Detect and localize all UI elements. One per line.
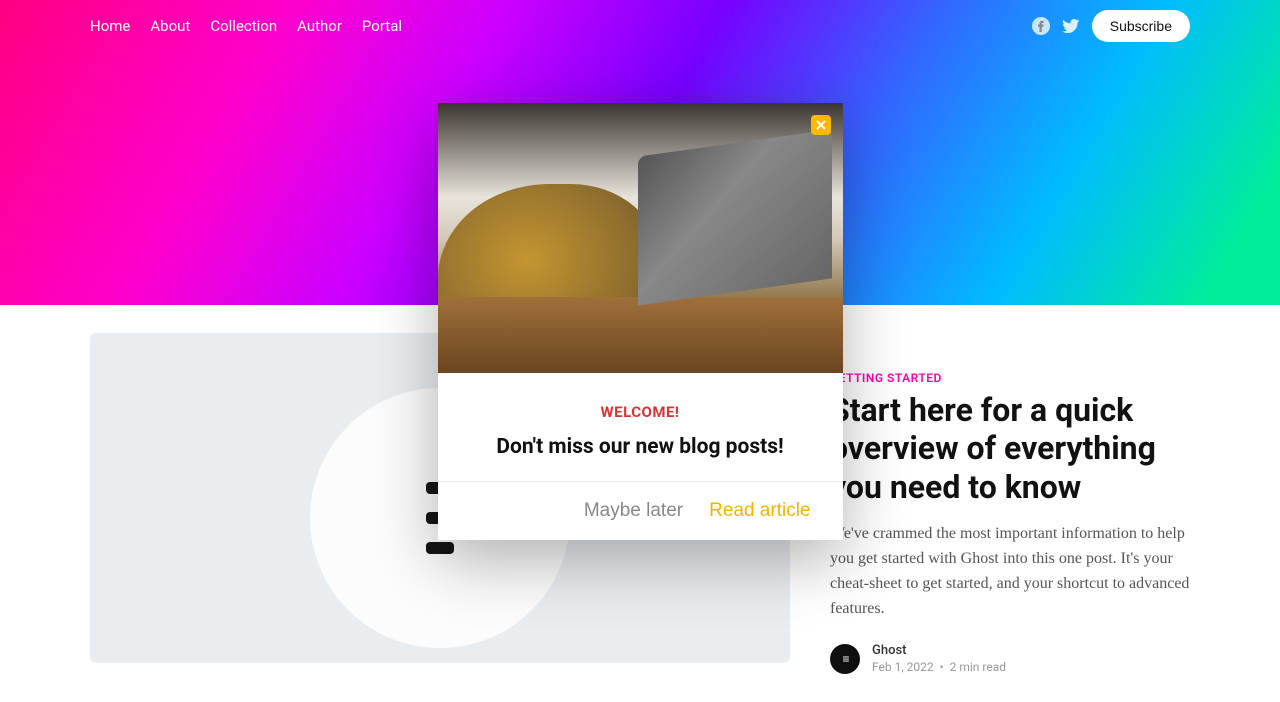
welcome-modal: WELCOME! Don't miss our new blog posts! … (438, 103, 843, 540)
read-article-button[interactable]: Read article (709, 500, 810, 522)
modal-hero-image (438, 103, 843, 373)
modal-actions: Maybe later Read article (438, 481, 843, 540)
modal-overlay: WELCOME! Don't miss our new blog posts! … (0, 0, 1280, 662)
article-date-read: Feb 1, 2022 • 2 min read (872, 660, 1006, 674)
modal-body: WELCOME! Don't miss our new blog posts! (438, 373, 843, 481)
close-button[interactable] (811, 115, 831, 135)
modal-kicker: WELCOME! (462, 403, 819, 421)
maybe-later-button[interactable]: Maybe later (584, 500, 683, 522)
modal-title: Don't miss our new blog posts! (462, 435, 819, 459)
close-icon (816, 120, 826, 130)
